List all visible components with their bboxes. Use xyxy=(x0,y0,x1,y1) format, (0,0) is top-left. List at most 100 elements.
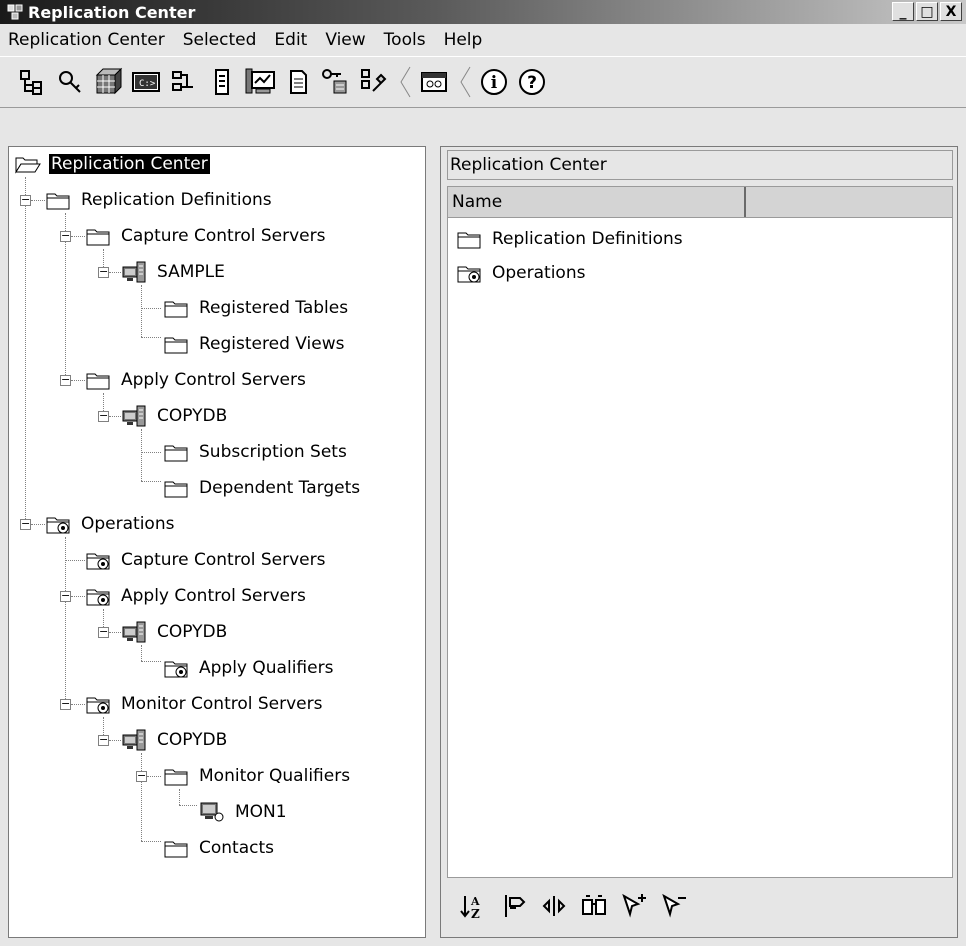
database-server-icon xyxy=(122,729,146,751)
tree-node-capture-control-servers[interactable]: Capture Control Servers xyxy=(85,219,327,253)
tools-icon[interactable] xyxy=(356,64,392,100)
database-server-icon xyxy=(122,621,146,643)
menu-bar: Replication Center Selected Edit View To… xyxy=(0,24,936,56)
folder-icon xyxy=(86,373,110,390)
column-header-label: Name xyxy=(452,192,503,212)
collapse-toggle[interactable]: − xyxy=(60,374,71,386)
tree-node-registered-views[interactable]: Registered Views xyxy=(163,327,346,361)
tree-node-monitor-copydb[interactable]: COPYDB xyxy=(121,723,229,757)
menu-view[interactable]: View xyxy=(325,30,365,50)
operations-folder-icon xyxy=(86,589,110,606)
tree-node-subscription-sets[interactable]: Subscription Sets xyxy=(163,435,349,469)
operations-folder-icon xyxy=(86,697,110,714)
operations-folder-icon xyxy=(164,661,188,678)
hierarchy-icon[interactable] xyxy=(14,64,50,100)
tree-node-dependent-targets[interactable]: Dependent Targets xyxy=(163,471,362,505)
menu-selected[interactable]: Selected xyxy=(183,30,257,50)
tree-node-ops-apply-control-servers[interactable]: Apply Control Servers xyxy=(85,579,308,613)
close-button[interactable]: X xyxy=(940,2,962,21)
menu-replication-center[interactable]: Replication Center xyxy=(8,30,165,50)
tree-node-replication-definitions[interactable]: Replication Definitions xyxy=(45,183,274,217)
detail-title: Replication Center xyxy=(447,150,953,180)
collapse-toggle[interactable]: − xyxy=(98,626,109,638)
tree-node-ops-capture-control-servers[interactable]: Capture Control Servers xyxy=(85,543,327,577)
tree-node-label: Operations xyxy=(81,514,175,534)
collapse-toggle[interactable]: − xyxy=(60,230,71,242)
tree-node-monitor-qualifiers[interactable]: Monitor Qualifiers xyxy=(163,759,352,793)
connections-icon[interactable] xyxy=(166,64,202,100)
folder-icon xyxy=(46,193,70,210)
tree-node-label: MON1 xyxy=(235,802,287,822)
svg-text:C:>: C:> xyxy=(139,79,156,89)
collapse-toggle[interactable]: − xyxy=(98,410,109,422)
tree-node-apply-qualifiers[interactable]: Apply Qualifiers xyxy=(163,651,335,685)
collapse-toggle[interactable]: − xyxy=(98,266,109,278)
tree-node-mon1[interactable]: MON1 xyxy=(199,795,289,829)
window-title: Replication Center xyxy=(28,2,196,22)
select-all-icon[interactable] xyxy=(615,889,653,923)
tree-node-copydb[interactable]: COPYDB xyxy=(121,399,229,433)
deselect-all-icon[interactable] xyxy=(655,889,693,923)
folder-icon xyxy=(164,481,188,498)
column-header-name[interactable]: Name xyxy=(448,187,746,217)
tree-node-label: COPYDB xyxy=(157,730,228,750)
collapse-toggle[interactable]: − xyxy=(136,770,147,782)
tree-node-operations[interactable]: Operations xyxy=(45,507,176,541)
monitor-icon[interactable] xyxy=(242,64,278,100)
tree-node-monitor-control-servers[interactable]: Monitor Control Servers xyxy=(85,687,325,721)
collapse-toggle[interactable]: − xyxy=(60,590,71,602)
folder-icon xyxy=(86,229,110,246)
folder-open-icon xyxy=(15,157,41,174)
folder-icon xyxy=(164,841,188,858)
toolbar-separator xyxy=(398,65,412,99)
tree-node-ops-apply-copydb[interactable]: COPYDB xyxy=(121,615,229,649)
folder-icon xyxy=(164,337,188,354)
tree-node-sample[interactable]: SAMPLE xyxy=(121,255,227,289)
tree-node-label: Registered Tables xyxy=(199,298,349,318)
list-item-replication-definitions[interactable]: Replication Definitions xyxy=(456,224,683,254)
collapse-toggle[interactable]: − xyxy=(20,518,31,530)
tree-node-label: Subscription Sets xyxy=(199,442,347,462)
sort-az-icon[interactable]: AZ xyxy=(455,889,493,923)
collapse-toggle[interactable]: − xyxy=(60,698,71,710)
grid-cube-icon[interactable] xyxy=(90,64,126,100)
tree-node-label: Monitor Control Servers xyxy=(121,694,323,714)
tree-node-replication-center[interactable]: Replication Center xyxy=(15,147,210,181)
key-server-icon[interactable] xyxy=(318,64,354,100)
tree-node-label: Apply Control Servers xyxy=(121,370,306,390)
menu-tools[interactable]: Tools xyxy=(384,30,426,50)
svg-text:?: ? xyxy=(527,73,537,93)
detail-list[interactable]: Replication Definitions Operations xyxy=(447,218,953,878)
list-item-operations[interactable]: Operations xyxy=(456,258,585,288)
window-icon[interactable] xyxy=(416,64,452,100)
collapse-toggle[interactable]: − xyxy=(98,734,109,746)
notepad-icon[interactable] xyxy=(280,64,316,100)
search-key-icon[interactable] xyxy=(52,64,88,100)
tree-node-label: Dependent Targets xyxy=(199,478,361,498)
monitor-instance-icon xyxy=(200,802,224,822)
folder-icon xyxy=(164,301,188,318)
menu-help[interactable]: Help xyxy=(444,30,483,50)
tree-node-label: COPYDB xyxy=(157,622,228,642)
database-server-icon xyxy=(122,261,146,283)
folder-icon xyxy=(164,769,188,786)
filter-icon[interactable] xyxy=(495,889,533,923)
svg-text:i: i xyxy=(491,73,498,93)
find-icon[interactable] xyxy=(575,889,613,923)
folder-icon xyxy=(164,445,188,462)
navigation-tree[interactable]: Replication Center − Replication Definit… xyxy=(8,146,426,938)
tree-node-registered-tables[interactable]: Registered Tables xyxy=(163,291,350,325)
operations-folder-icon xyxy=(457,266,481,283)
info-icon[interactable]: i xyxy=(476,64,512,100)
columns-icon[interactable] xyxy=(535,889,573,923)
maximize-button[interactable]: □ xyxy=(916,2,938,21)
tree-node-apply-control-servers[interactable]: Apply Control Servers xyxy=(85,363,308,397)
menu-edit[interactable]: Edit xyxy=(274,30,307,50)
help-icon[interactable]: ? xyxy=(514,64,550,100)
tree-node-contacts[interactable]: Contacts xyxy=(163,831,276,865)
command-icon[interactable]: C:> xyxy=(128,64,164,100)
list-icon[interactable] xyxy=(204,64,240,100)
minimize-button[interactable]: _ xyxy=(892,2,914,21)
collapse-toggle[interactable]: − xyxy=(20,194,31,206)
detail-toolbar: AZ xyxy=(447,880,953,932)
